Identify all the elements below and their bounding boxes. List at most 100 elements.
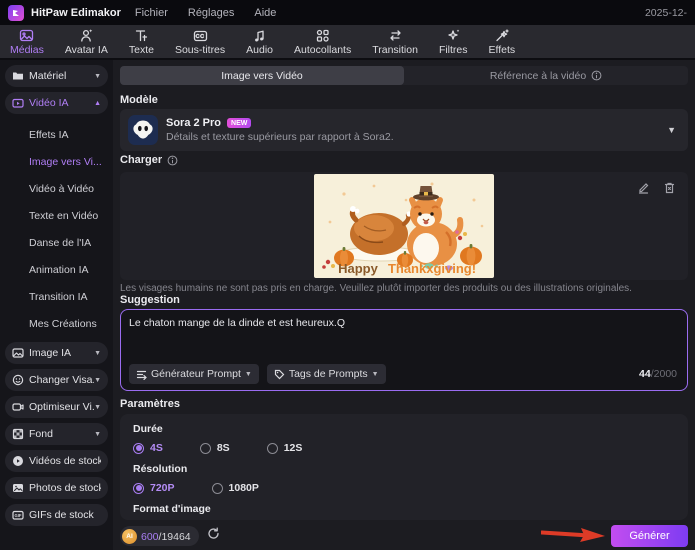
transition-icon <box>389 29 401 41</box>
sidebar-item-image-ia[interactable]: Image IA ▼ <box>5 342 108 364</box>
app-title: HitPaw Edimakor <box>31 6 121 19</box>
credits-used: 600 <box>141 531 159 543</box>
model-section-label: Modèle <box>120 94 158 106</box>
menu-fichier[interactable]: Fichier <box>135 7 168 19</box>
radio-duration-8s[interactable]: 8S <box>199 442 230 454</box>
sidebar-item-transition-ia[interactable]: Transition IA <box>29 284 108 311</box>
tab-image-vers-video[interactable]: Image vers Vidéo <box>120 66 404 85</box>
effects-icon <box>496 28 510 41</box>
model-name: Sora 2 Pro <box>166 117 222 129</box>
tab-avatar-ia[interactable]: Avatar IA <box>65 28 108 56</box>
toolbar: Médias Avatar IA Texte Sous-titres Audio… <box>0 25 695 58</box>
sidebar-item-gifs-de-stock[interactable]: GIF GIFs de stock <box>5 504 108 526</box>
sidebar-item-image-vers-video[interactable]: Image vers Vi... <box>29 149 108 176</box>
sidebar-item-fond[interactable]: Fond ▼ <box>5 423 108 445</box>
sora-logo-icon <box>128 115 158 145</box>
annotation-arrow <box>541 528 605 542</box>
duration-options: 4S 8S 12S <box>133 442 675 454</box>
tab-medias[interactable]: Médias <box>10 28 44 56</box>
audio-icon <box>255 30 264 41</box>
radio-icon <box>133 442 144 454</box>
menu-reglages[interactable]: Réglages <box>188 7 234 19</box>
chevron-down-icon: ▼ <box>371 370 379 378</box>
upload-area[interactable]: Happy Thankxgiving! <box>120 172 688 280</box>
tab-filtres[interactable]: Filtres <box>439 28 468 56</box>
chevron-down-icon: ▼ <box>667 125 676 135</box>
edit-icon[interactable] <box>637 181 650 194</box>
radio-duration-4s[interactable]: 4S <box>133 442 163 454</box>
sidebar-item-changer-visage[interactable]: Changer Visa... ▼ <box>5 369 108 391</box>
format-label: Format d'image <box>133 503 211 515</box>
sidebar-item-video-a-video[interactable]: Vidéo à Vidéo <box>29 176 108 203</box>
sidebar-item-videos-de-stock[interactable]: Vidéos de stock <box>5 450 108 472</box>
video-ai-icon <box>12 98 24 108</box>
sidebar-item-effets-ia[interactable]: Effets IA <box>29 122 108 149</box>
info-icon[interactable] <box>167 155 178 166</box>
tab-sous-titres[interactable]: Sous-titres <box>175 28 225 56</box>
chevron-down-icon: ▼ <box>94 430 101 438</box>
list-icon <box>136 370 147 380</box>
uploaded-image: Happy Thankxgiving! <box>314 174 494 278</box>
chevron-down-icon: ▼ <box>94 403 101 411</box>
sidebar: Matériel ▼ Vidéo IA ▲ Effets IA Image ve… <box>0 60 113 550</box>
menu-aide[interactable]: Aide <box>254 7 276 19</box>
refresh-icon <box>208 527 219 539</box>
video-enhance-icon <box>12 403 24 411</box>
tab-texte[interactable]: Texte <box>129 28 154 56</box>
chevron-down-icon: ▼ <box>94 349 101 357</box>
radio-resolution-720p[interactable]: 720P <box>133 482 175 494</box>
avatar-ai-icon <box>81 28 93 42</box>
folder-icon <box>13 72 23 80</box>
sidebar-item-photos-de-stock[interactable]: Photos de stock <box>5 477 108 499</box>
subtitles-icon <box>193 30 207 41</box>
chevron-down-icon: ▼ <box>244 370 252 378</box>
tab-reference-video[interactable]: Référence à la vidéo <box>404 66 688 85</box>
date-display: 2025-12- <box>644 6 687 19</box>
sidebar-item-texte-en-video[interactable]: Texte en Vidéo <box>29 203 108 230</box>
parameters-panel: Durée 4S 8S 12S Résolution 720P 1080P Fo… <box>120 414 688 520</box>
media-icon <box>20 29 34 41</box>
sidebar-item-mes-creations[interactable]: Mes Créations <box>29 311 108 338</box>
sidebar-item-video-ia[interactable]: Vidéo IA ▲ <box>5 92 108 114</box>
prompt-input[interactable]: Le chaton mange de la dinde et est heure… <box>129 317 679 360</box>
credits-total: /19464 <box>158 531 191 543</box>
tab-autocollants[interactable]: Autocollants <box>294 28 351 56</box>
app-logo-icon <box>8 4 24 21</box>
text-icon <box>135 29 148 41</box>
stickers-icon <box>316 29 329 42</box>
radio-resolution-1080p[interactable]: 1080P <box>211 482 259 494</box>
resolution-label: Résolution <box>133 463 188 475</box>
params-section-label: Paramètres <box>120 398 180 410</box>
duration-label: Durée <box>133 423 163 435</box>
refresh-credits-button[interactable] <box>207 527 220 545</box>
coin-icon: AI <box>122 528 137 544</box>
chevron-up-icon: ▲ <box>94 99 101 107</box>
main-panel: Image vers Vidéo Référence à la vidéo Mo… <box>113 60 695 550</box>
radio-duration-12s[interactable]: 12S <box>266 442 302 454</box>
tab-effets[interactable]: Effets <box>489 28 515 56</box>
sidebar-item-danse-ia[interactable]: Danse de l'IA <box>29 230 108 257</box>
sidebar-item-materiel[interactable]: Matériel ▼ <box>5 65 108 87</box>
stock-video-icon <box>13 456 23 466</box>
radio-icon <box>133 482 144 494</box>
radio-icon <box>199 442 211 454</box>
tab-transition[interactable]: Transition <box>372 28 418 56</box>
filters-icon <box>448 29 460 40</box>
model-selector[interactable]: Sora 2 Pro NEW Détails et texture supéri… <box>120 109 688 151</box>
sidebar-item-optimiseur-video[interactable]: Optimiseur Vi... ▼ <box>5 396 108 418</box>
char-counter: 44/2000 <box>639 368 677 380</box>
prompt-tags-button[interactable]: Tags de Prompts ▼ <box>266 364 386 384</box>
tab-audio[interactable]: Audio <box>246 28 273 56</box>
titlebar: HitPaw Edimakor Fichier Réglages Aide 20… <box>0 0 695 25</box>
upload-warning-text: Les visages humains ne sont pas pris en … <box>120 283 632 294</box>
credits-badge[interactable]: AI 600/19464 <box>120 526 199 546</box>
video-ia-submenu: Effets IA Image vers Vi... Vidéo à Vidéo… <box>5 119 108 342</box>
sidebar-item-animation-ia[interactable]: Animation IA <box>29 257 108 284</box>
prompt-generator-button[interactable]: Générateur Prompt ▼ <box>129 364 259 384</box>
info-icon <box>591 70 602 81</box>
new-badge: NEW <box>227 118 252 128</box>
delete-icon[interactable] <box>663 181 676 194</box>
image-ai-icon <box>12 348 24 358</box>
generate-button[interactable]: Générer <box>611 525 688 547</box>
image-caption-happy: Happy <box>338 261 379 276</box>
